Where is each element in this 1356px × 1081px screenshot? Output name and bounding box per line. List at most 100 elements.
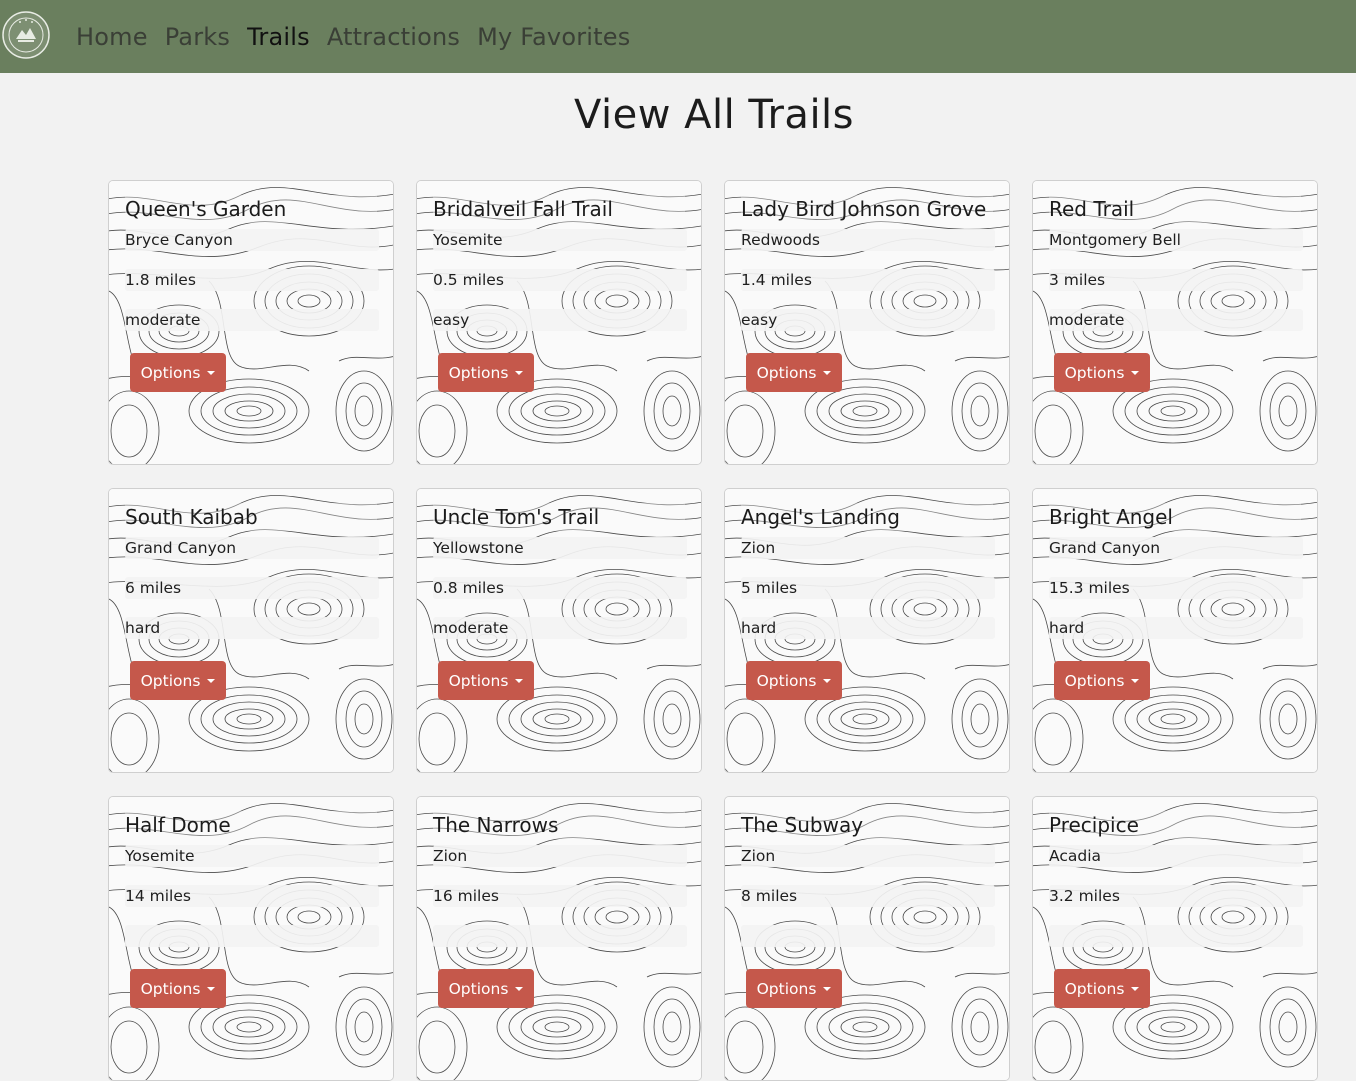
nav-link-my-favorites[interactable]: My Favorites <box>477 23 630 51</box>
options-dropdown-button[interactable]: Options <box>130 661 226 700</box>
trail-card: Queen's Garden Bryce Canyon 1.8 miles mo… <box>108 180 394 465</box>
trail-length: 3 miles <box>1049 269 1303 291</box>
card-body: Angel's Landing Zion 5 miles hard <box>741 503 995 657</box>
trail-name: Uncle Tom's Trail <box>433 503 685 531</box>
trail-difficulty <box>433 925 687 947</box>
trail-difficulty: hard <box>741 617 995 639</box>
trail-length: 16 miles <box>433 885 687 907</box>
card-body: Bridalveil Fall Trail Yosemite 0.5 miles… <box>433 195 687 349</box>
options-label: Options <box>1064 671 1125 690</box>
trail-park: Bryce Canyon <box>125 229 379 251</box>
options-label: Options <box>140 671 201 690</box>
trail-park: Redwoods <box>741 229 995 251</box>
trail-difficulty: moderate <box>433 617 687 639</box>
options-label: Options <box>756 363 817 382</box>
trail-difficulty: easy <box>741 309 995 331</box>
trail-name: Queen's Garden <box>125 195 377 223</box>
card-body: The Subway Zion 8 miles <box>741 811 995 965</box>
options-label: Options <box>448 363 509 382</box>
trail-length: 5 miles <box>741 577 995 599</box>
caret-down-icon <box>1131 371 1140 375</box>
options-dropdown-button[interactable]: Options <box>1054 969 1150 1008</box>
trail-difficulty: moderate <box>1049 309 1303 331</box>
nav-link-trails[interactable]: Trails <box>247 23 310 51</box>
options-dropdown-button[interactable]: Options <box>746 661 842 700</box>
trail-length: 8 miles <box>741 885 995 907</box>
trail-length: 1.4 miles <box>741 269 995 291</box>
options-dropdown-button[interactable]: Options <box>130 969 226 1008</box>
trail-name: South Kaibab <box>125 503 377 531</box>
trail-length: 14 miles <box>125 885 379 907</box>
trail-park: Grand Canyon <box>125 537 379 559</box>
trail-card: Bright Angel Grand Canyon 15.3 miles har… <box>1032 488 1318 773</box>
trail-name: The Narrows <box>433 811 685 839</box>
options-label: Options <box>448 671 509 690</box>
options-dropdown-button[interactable]: Options <box>438 661 534 700</box>
options-dropdown-button[interactable]: Options <box>746 969 842 1008</box>
page-title: View All Trails <box>573 92 855 138</box>
trail-park: Zion <box>433 845 687 867</box>
trail-length: 3.2 miles <box>1049 885 1303 907</box>
nav-link-home[interactable]: Home <box>76 23 148 51</box>
card-body: Queen's Garden Bryce Canyon 1.8 miles mo… <box>125 195 379 349</box>
options-label: Options <box>1064 979 1125 998</box>
card-body: The Narrows Zion 16 miles <box>433 811 687 965</box>
card-body: Half Dome Yosemite 14 miles <box>125 811 379 965</box>
card-body: Precipice Acadia 3.2 miles <box>1049 811 1303 965</box>
trail-name: Red Trail <box>1049 195 1301 223</box>
caret-down-icon <box>515 679 524 683</box>
trail-card: The Narrows Zion 16 miles Options <box>416 796 702 1081</box>
trail-length: 15.3 miles <box>1049 577 1303 599</box>
trail-name: Angel's Landing <box>741 503 993 531</box>
trail-difficulty: hard <box>125 617 379 639</box>
nav-link-attractions[interactable]: Attractions <box>327 23 460 51</box>
caret-down-icon <box>1131 987 1140 991</box>
caret-down-icon <box>823 679 832 683</box>
options-dropdown-button[interactable]: Options <box>746 353 842 392</box>
options-dropdown-button[interactable]: Options <box>438 969 534 1008</box>
trail-card: Bridalveil Fall Trail Yosemite 0.5 miles… <box>416 180 702 465</box>
caret-down-icon <box>207 679 216 683</box>
trail-name: Precipice <box>1049 811 1301 839</box>
trail-difficulty <box>125 925 379 947</box>
trail-card: Angel's Landing Zion 5 miles hard Option… <box>724 488 1010 773</box>
nav-links: Home Parks Trails Attractions My Favorit… <box>76 0 647 73</box>
trail-name: Lady Bird Johnson Grove <box>741 195 993 223</box>
options-dropdown-button[interactable]: Options <box>438 353 534 392</box>
park-seal-logo-icon[interactable] <box>2 11 50 59</box>
trail-difficulty: moderate <box>125 309 379 331</box>
card-body: Bright Angel Grand Canyon 15.3 miles har… <box>1049 503 1303 657</box>
caret-down-icon <box>207 987 216 991</box>
trail-length: 1.8 miles <box>125 269 379 291</box>
options-label: Options <box>448 979 509 998</box>
trail-park: Zion <box>741 845 995 867</box>
options-dropdown-button[interactable]: Options <box>1054 661 1150 700</box>
trail-park: Yellowstone <box>433 537 687 559</box>
trail-park: Yosemite <box>125 845 379 867</box>
options-dropdown-button[interactable]: Options <box>130 353 226 392</box>
trail-difficulty <box>1049 925 1303 947</box>
trail-name: Bridalveil Fall Trail <box>433 195 685 223</box>
trail-name: Bright Angel <box>1049 503 1301 531</box>
options-label: Options <box>756 979 817 998</box>
nav-link-parks[interactable]: Parks <box>165 23 230 51</box>
trail-length: 0.8 miles <box>433 577 687 599</box>
trail-park: Zion <box>741 537 995 559</box>
caret-down-icon <box>515 371 524 375</box>
trail-park: Montgomery Bell <box>1049 229 1303 251</box>
trail-card: South Kaibab Grand Canyon 6 miles hard O… <box>108 488 394 773</box>
caret-down-icon <box>515 987 524 991</box>
caret-down-icon <box>823 987 832 991</box>
trail-length: 0.5 miles <box>433 269 687 291</box>
card-body: Lady Bird Johnson Grove Redwoods 1.4 mil… <box>741 195 995 349</box>
trail-card: Lady Bird Johnson Grove Redwoods 1.4 mil… <box>724 180 1010 465</box>
trail-length: 6 miles <box>125 577 379 599</box>
trail-name: Half Dome <box>125 811 377 839</box>
trail-name: The Subway <box>741 811 993 839</box>
caret-down-icon <box>823 371 832 375</box>
trail-park: Yosemite <box>433 229 687 251</box>
trail-card: Red Trail Montgomery Bell 3 miles modera… <box>1032 180 1318 465</box>
options-dropdown-button[interactable]: Options <box>1054 353 1150 392</box>
trail-card: The Subway Zion 8 miles Options <box>724 796 1010 1081</box>
card-body: Uncle Tom's Trail Yellowstone 0.8 miles … <box>433 503 687 657</box>
